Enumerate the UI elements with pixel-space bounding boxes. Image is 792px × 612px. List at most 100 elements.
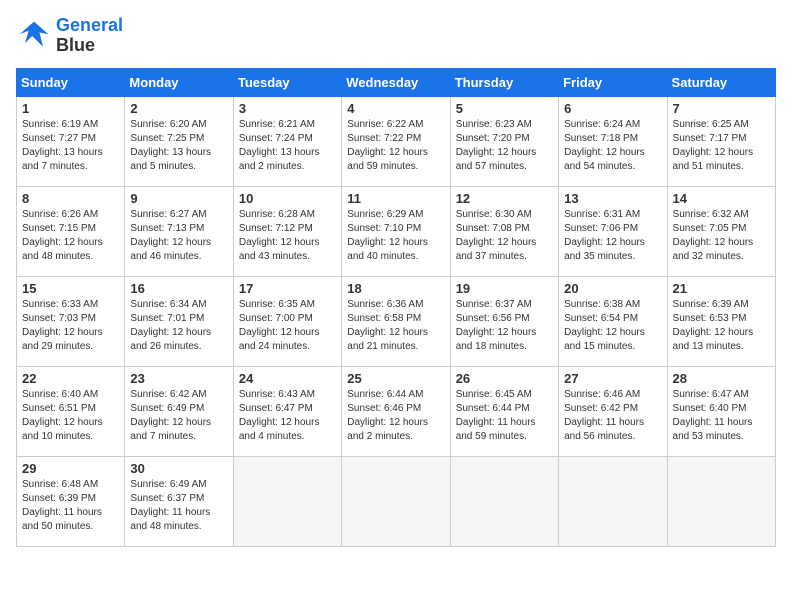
calendar-cell: 23 Sunrise: 6:42 AM Sunset: 6:49 PM Dayli… [125,366,233,456]
weekday-header-thursday: Thursday [450,68,558,96]
day-info: Sunrise: 6:19 AM Sunset: 7:27 PM Dayligh… [22,118,119,174]
calendar-cell: 9 Sunrise: 6:27 AM Sunset: 7:13 PM Daylig… [125,186,233,276]
day-info: Sunrise: 6:48 AM Sunset: 6:39 PM Dayligh… [22,478,119,534]
calendar-cell: 22 Sunrise: 6:40 AM Sunset: 6:51 PM Dayli… [17,366,125,456]
day-number: 11 [347,191,444,206]
week-row-4: 22 Sunrise: 6:40 AM Sunset: 6:51 PM Dayli… [17,366,776,456]
week-row-5: 29 Sunrise: 6:48 AM Sunset: 6:39 PM Dayli… [17,456,776,546]
day-number: 20 [564,281,661,296]
calendar-cell: 14 Sunrise: 6:32 AM Sunset: 7:05 PM Dayli… [667,186,775,276]
day-number: 21 [673,281,770,296]
calendar-cell: 16Sunrise: 6:34 AM Sunset: 7:01 PM Dayli… [125,276,233,366]
page-header: General Blue [16,16,776,56]
day-number: 30 [130,461,227,476]
day-number: 19 [456,281,553,296]
weekday-header-monday: Monday [125,68,233,96]
day-info: Sunrise: 6:37 AM Sunset: 6:56 PM Dayligh… [456,298,553,354]
day-info: Sunrise: 6:38 AM Sunset: 6:54 PM Dayligh… [564,298,661,354]
day-info: Sunrise: 6:20 AM Sunset: 7:25 PM Dayligh… [130,118,227,174]
week-row-1: 1 Sunrise: 6:19 AM Sunset: 7:27 PM Daylig… [17,96,776,186]
day-info: Sunrise: 6:28 AM Sunset: 7:12 PM Dayligh… [239,208,336,264]
calendar-cell: 2 Sunrise: 6:20 AM Sunset: 7:25 PM Daylig… [125,96,233,186]
weekday-header-tuesday: Tuesday [233,68,341,96]
day-number: 17 [239,281,336,296]
calendar-cell: 25 Sunrise: 6:44 AM Sunset: 6:46 PM Dayli… [342,366,450,456]
day-info: Sunrise: 6:32 AM Sunset: 7:05 PM Dayligh… [673,208,770,264]
day-number: 10 [239,191,336,206]
day-info: Sunrise: 6:34 AM Sunset: 7:01 PM Dayligh… [130,298,227,354]
day-info: Sunrise: 6:23 AM Sunset: 7:20 PM Dayligh… [456,118,553,174]
calendar-cell: 12Sunrise: 6:30 AM Sunset: 7:08 PM Dayli… [450,186,558,276]
day-info: Sunrise: 6:25 AM Sunset: 7:17 PM Dayligh… [673,118,770,174]
weekday-header-row: SundayMondayTuesdayWednesdayThursdayFrid… [17,68,776,96]
day-info: Sunrise: 6:42 AM Sunset: 6:49 PM Dayligh… [130,388,227,444]
calendar-cell: 29 Sunrise: 6:48 AM Sunset: 6:39 PM Dayli… [17,456,125,546]
day-number: 12 [456,191,553,206]
day-number: 3 [239,101,336,116]
calendar-cell: 1 Sunrise: 6:19 AM Sunset: 7:27 PM Daylig… [17,96,125,186]
calendar-cell: 20 Sunrise: 6:38 AM Sunset: 6:54 PM Dayli… [559,276,667,366]
day-info: Sunrise: 6:31 AM Sunset: 7:06 PM Dayligh… [564,208,661,264]
day-number: 9 [130,191,227,206]
day-info: Sunrise: 6:36 AM Sunset: 6:58 PM Dayligh… [347,298,444,354]
day-number: 1 [22,101,119,116]
calendar-cell [450,456,558,546]
weekday-header-saturday: Saturday [667,68,775,96]
day-info: Sunrise: 6:21 AM Sunset: 7:24 PM Dayligh… [239,118,336,174]
day-number: 8 [22,191,119,206]
logo-text: General Blue [56,16,123,56]
day-info: Sunrise: 6:33 AM Sunset: 7:03 PM Dayligh… [22,298,119,354]
day-info: Sunrise: 6:46 AM Sunset: 6:42 PM Dayligh… [564,388,661,444]
day-number: 14 [673,191,770,206]
day-info: Sunrise: 6:39 AM Sunset: 6:53 PM Dayligh… [673,298,770,354]
calendar-cell [233,456,341,546]
day-number: 4 [347,101,444,116]
day-info: Sunrise: 6:22 AM Sunset: 7:22 PM Dayligh… [347,118,444,174]
day-info: Sunrise: 6:27 AM Sunset: 7:13 PM Dayligh… [130,208,227,264]
day-number: 28 [673,371,770,386]
calendar-cell: 17 Sunrise: 6:35 AM Sunset: 7:00 PM Dayli… [233,276,341,366]
day-number: 13 [564,191,661,206]
calendar-cell: 28 Sunrise: 6:47 AM Sunset: 6:40 PM Dayli… [667,366,775,456]
calendar-cell: 8 Sunrise: 6:26 AM Sunset: 7:15 PM Daylig… [17,186,125,276]
day-info: Sunrise: 6:35 AM Sunset: 7:00 PM Dayligh… [239,298,336,354]
calendar-table: SundayMondayTuesdayWednesdayThursdayFrid… [16,68,776,547]
day-info: Sunrise: 6:24 AM Sunset: 7:18 PM Dayligh… [564,118,661,174]
logo-icon [16,18,52,54]
calendar-cell: 6 Sunrise: 6:24 AM Sunset: 7:18 PM Daylig… [559,96,667,186]
day-info: Sunrise: 6:29 AM Sunset: 7:10 PM Dayligh… [347,208,444,264]
day-info: Sunrise: 6:49 AM Sunset: 6:37 PM Dayligh… [130,478,227,534]
day-number: 23 [130,371,227,386]
calendar-cell: 30 Sunrise: 6:49 AM Sunset: 6:37 PM Dayli… [125,456,233,546]
day-number: 24 [239,371,336,386]
day-number: 26 [456,371,553,386]
calendar-cell: 26Sunrise: 6:45 AM Sunset: 6:44 PM Dayli… [450,366,558,456]
day-number: 2 [130,101,227,116]
calendar-cell: 21 Sunrise: 6:39 AM Sunset: 6:53 PM Dayli… [667,276,775,366]
day-number: 27 [564,371,661,386]
day-info: Sunrise: 6:26 AM Sunset: 7:15 PM Dayligh… [22,208,119,264]
calendar-cell: 10 Sunrise: 6:28 AM Sunset: 7:12 PM Dayli… [233,186,341,276]
calendar-cell [559,456,667,546]
day-info: Sunrise: 6:40 AM Sunset: 6:51 PM Dayligh… [22,388,119,444]
calendar-cell: 3 Sunrise: 6:21 AM Sunset: 7:24 PM Daylig… [233,96,341,186]
calendar-cell: 24 Sunrise: 6:43 AM Sunset: 6:47 PM Dayli… [233,366,341,456]
calendar-cell: 7Sunrise: 6:25 AM Sunset: 7:17 PM Daylig… [667,96,775,186]
day-info: Sunrise: 6:43 AM Sunset: 6:47 PM Dayligh… [239,388,336,444]
day-info: Sunrise: 6:47 AM Sunset: 6:40 PM Dayligh… [673,388,770,444]
calendar-cell: 15Sunrise: 6:33 AM Sunset: 7:03 PM Dayli… [17,276,125,366]
day-number: 22 [22,371,119,386]
calendar-cell [667,456,775,546]
day-number: 25 [347,371,444,386]
day-number: 6 [564,101,661,116]
weekday-header-friday: Friday [559,68,667,96]
calendar-cell: 27 Sunrise: 6:46 AM Sunset: 6:42 PM Dayli… [559,366,667,456]
calendar-cell: 19 Sunrise: 6:37 AM Sunset: 6:56 PM Dayli… [450,276,558,366]
day-number: 5 [456,101,553,116]
day-number: 29 [22,461,119,476]
logo: General Blue [16,16,123,56]
calendar-cell: 5 Sunrise: 6:23 AM Sunset: 7:20 PM Daylig… [450,96,558,186]
calendar-cell: 4 Sunrise: 6:22 AM Sunset: 7:22 PM Daylig… [342,96,450,186]
day-info: Sunrise: 6:44 AM Sunset: 6:46 PM Dayligh… [347,388,444,444]
weekday-header-sunday: Sunday [17,68,125,96]
